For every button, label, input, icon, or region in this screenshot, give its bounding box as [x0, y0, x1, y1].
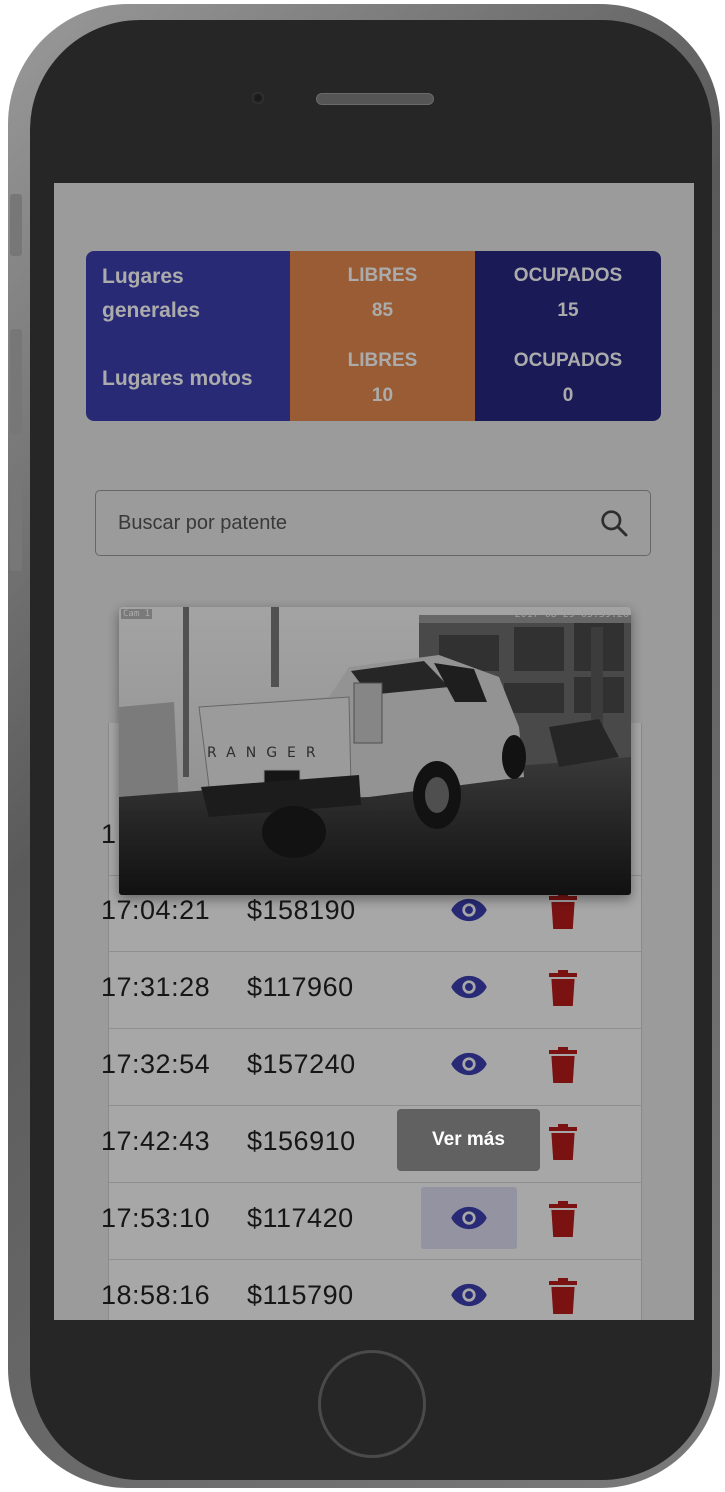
view-more-tooltip: Ver más: [397, 1109, 540, 1171]
modal-backdrop[interactable]: [54, 183, 694, 1320]
front-camera: [252, 92, 264, 104]
app-screen: Lugares generales LIBRES 85 OCUPADOS 15 …: [54, 183, 694, 1320]
mute-switch: [10, 194, 22, 256]
home-button[interactable]: [318, 1350, 426, 1458]
volume-up-button: [10, 329, 22, 434]
volume-down-button: [10, 466, 22, 571]
earpiece-speaker: [316, 93, 434, 105]
